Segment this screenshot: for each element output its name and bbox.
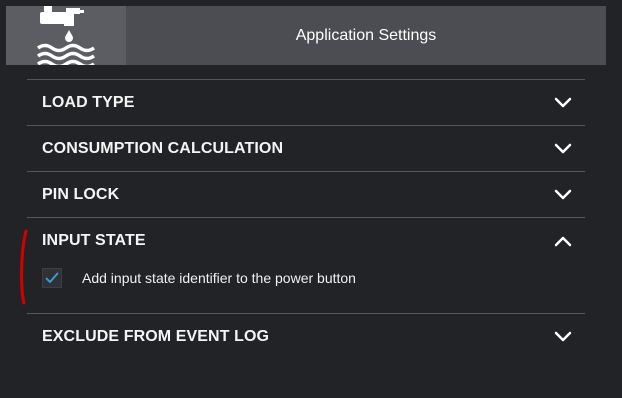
- chevron-up-icon[interactable]: [553, 231, 573, 251]
- section-header-exclude-from-event-log[interactable]: EXCLUDE FROM EVENT LOG: [27, 314, 585, 359]
- chevron-down-icon[interactable]: [553, 185, 573, 205]
- section-exclude-from-event-log: EXCLUDE FROM EVENT LOG: [27, 313, 585, 359]
- section-load-type: LOAD TYPE: [27, 79, 585, 125]
- water-tap-icon: [36, 6, 96, 65]
- section-label: EXCLUDE FROM EVENT LOG: [42, 328, 270, 345]
- section-label: INPUT STATE: [42, 232, 146, 249]
- checkmark-icon: [45, 272, 59, 283]
- checkbox-label: Add input state identifier to the power …: [82, 270, 356, 286]
- app-header: Application Settings: [6, 6, 606, 65]
- section-label: LOAD TYPE: [42, 94, 135, 111]
- section-header-pin-lock[interactable]: PIN LOCK: [27, 172, 585, 217]
- section-label: CONSUMPTION CALCULATION: [42, 140, 284, 157]
- chevron-down-icon[interactable]: [553, 93, 573, 113]
- annotation-mark: [20, 229, 28, 305]
- section-body-input-state: Add input state identifier to the power …: [27, 263, 585, 313]
- section-input-state: INPUT STATE Add input state identifier t…: [27, 217, 585, 313]
- section-label: PIN LOCK: [42, 186, 120, 203]
- input-state-identifier-checkbox[interactable]: [42, 268, 62, 288]
- page-title: Application Settings: [295, 27, 437, 44]
- section-header-load-type[interactable]: LOAD TYPE: [27, 80, 585, 125]
- section-header-consumption-calculation[interactable]: CONSUMPTION CALCULATION: [27, 126, 585, 171]
- section-consumption-calculation: CONSUMPTION CALCULATION: [27, 125, 585, 171]
- app-icon-box: [6, 6, 126, 65]
- section-header-input-state[interactable]: INPUT STATE: [27, 218, 585, 263]
- section-pin-lock: PIN LOCK: [27, 171, 585, 217]
- settings-panel: LOAD TYPE CONSUMPTION CALCULATION PIN LO…: [27, 79, 585, 359]
- chevron-down-icon[interactable]: [553, 327, 573, 347]
- chevron-down-icon[interactable]: [553, 139, 573, 159]
